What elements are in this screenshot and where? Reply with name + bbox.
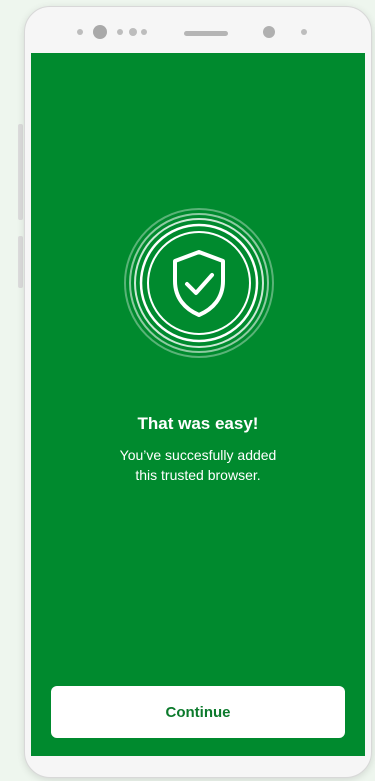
front-camera <box>93 25 107 39</box>
sensor-dot <box>141 29 147 35</box>
proximity-sensor <box>263 26 275 38</box>
success-title: That was easy! <box>137 414 259 433</box>
phone-side-button <box>18 236 23 288</box>
app-screen: That was easy! You’ve succesfully added … <box>31 53 365 756</box>
phone-speaker <box>184 31 228 36</box>
sensor-dot <box>129 28 137 36</box>
shield-check-icon <box>123 207 275 359</box>
sensor-dot <box>117 29 123 35</box>
success-message-line: this trusted browser. <box>135 467 261 483</box>
phone-side-button <box>18 124 23 220</box>
continue-button[interactable]: Continue <box>51 686 345 738</box>
page: That was easy! You’ve succesfully added … <box>0 0 375 781</box>
phone-top-bezel <box>25 7 371 53</box>
sensor-dot <box>301 29 307 35</box>
sensor-dot <box>77 29 83 35</box>
phone-frame: That was easy! You’ve succesfully added … <box>24 6 372 778</box>
success-message: You’ve succesfully added this trusted br… <box>71 445 325 485</box>
success-message-line: You’ve succesfully added <box>119 447 277 463</box>
